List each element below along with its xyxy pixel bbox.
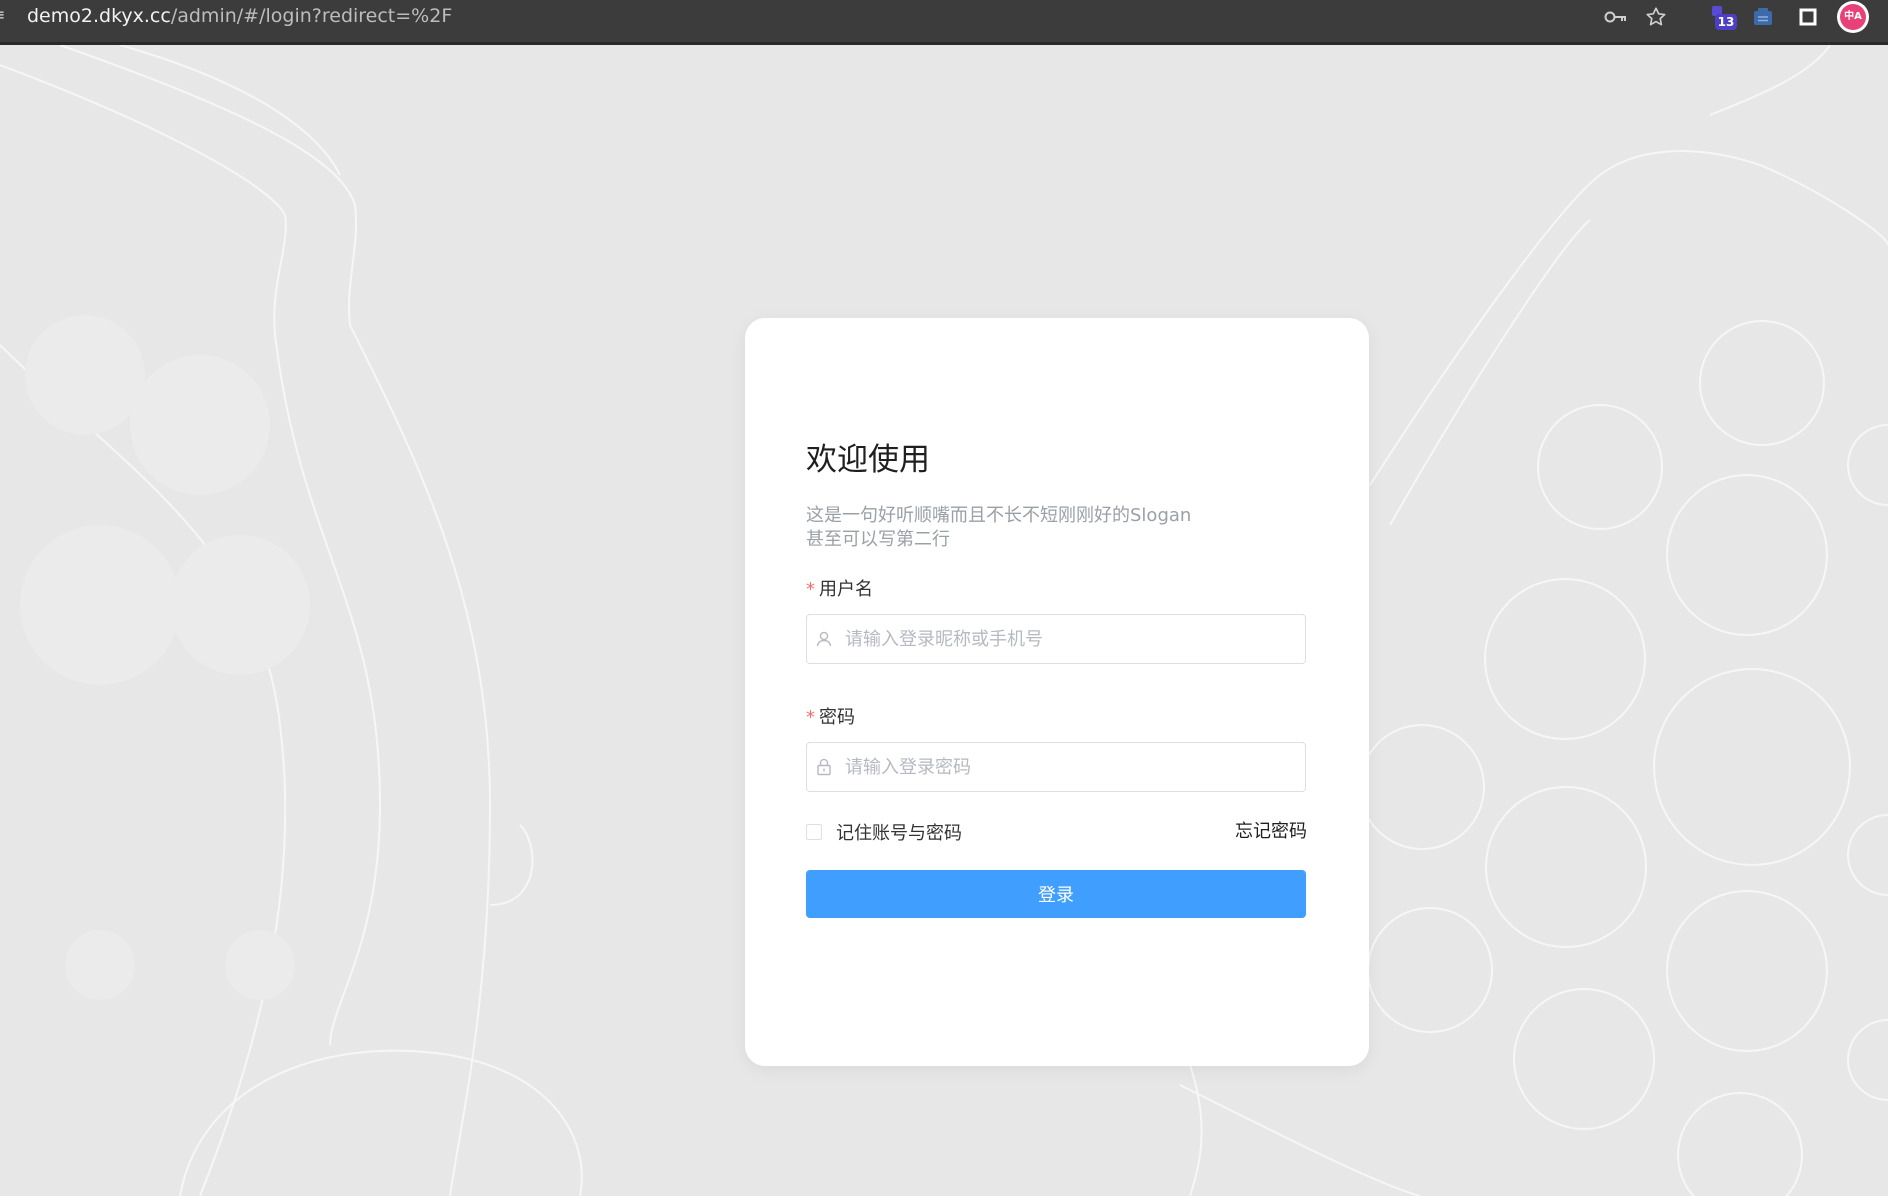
login-card: 欢迎使用 这是一句好听顺嘴而且不长不短刚刚好的Slogan 甚至可以写第二行 *… [745,318,1369,1066]
url-host: demo2.dkyx.cc [27,5,171,27]
required-mark: * [806,707,815,728]
forgot-password-link[interactable]: 忘记密码 [1235,820,1307,844]
username-input[interactable] [845,615,1295,663]
remember-checkbox-row[interactable]: 记住账号与密码 [806,820,962,844]
password-label: * 密码 [806,706,855,730]
extension-badge: 13 [1715,14,1737,30]
slogan: 这是一句好听顺嘴而且不长不短刚刚好的Slogan 甚至可以写第二行 [806,504,1191,552]
extension-icon[interactable]: 13 [1712,4,1738,34]
browser-toolbar: ≡ demo2.dkyx.cc/admin/#/login?redirect=%… [0,0,1888,45]
url-path: /admin/#/login?redirect=%2F [170,5,453,27]
password-field[interactable] [806,742,1306,792]
translate-extension-icon[interactable] [1748,2,1778,32]
address-bar[interactable]: demo2.dkyx.cc/admin/#/login?redirect=%2F [27,3,452,29]
square-icon[interactable] [1793,2,1823,32]
login-button[interactable]: 登录 [806,870,1306,918]
slogan-line-1: 这是一句好听顺嘴而且不长不短刚刚好的Slogan [806,505,1192,526]
star-icon[interactable] [1641,2,1671,32]
user-icon [816,631,832,647]
password-input[interactable] [845,743,1295,791]
username-field[interactable] [806,614,1306,664]
page-title: 欢迎使用 [806,442,930,478]
profile-avatar[interactable]: 中A [1837,1,1869,33]
lock-icon [817,758,831,776]
username-label-text: 用户名 [819,579,873,600]
key-icon[interactable] [1601,2,1631,32]
remember-checkbox[interactable] [806,824,822,840]
site-info-icon[interactable]: ≡ [0,5,10,25]
slogan-line-2: 甚至可以写第二行 [806,529,950,550]
username-label: * 用户名 [806,578,873,602]
required-mark: * [806,579,815,600]
password-label-text: 密码 [819,707,855,728]
profile-initials: 中A [1840,4,1866,30]
remember-label[interactable]: 记住账号与密码 [836,819,962,845]
